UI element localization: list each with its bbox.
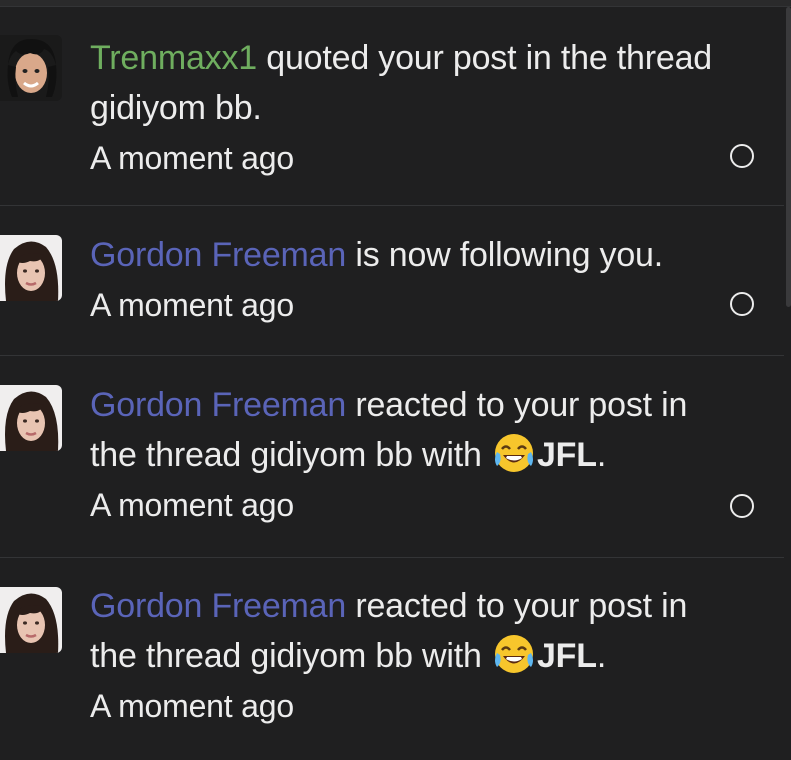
notification-time: A moment ago bbox=[90, 287, 294, 323]
notification-list: Trenmaxx1 quoted your post in the thread… bbox=[0, 7, 784, 760]
avatar-gordon-freeman-image bbox=[0, 235, 62, 301]
notification-time: A moment ago bbox=[90, 140, 294, 176]
notification-user-link[interactable]: Gordon Freeman bbox=[90, 236, 346, 274]
notification-content: Trenmaxx1 quoted your post in the thread… bbox=[90, 33, 724, 183]
laughing-crying-emoji-icon bbox=[494, 635, 533, 673]
avatar-gordon-freeman-image bbox=[0, 587, 62, 653]
notification-item[interactable]: Gordon Freeman is now following you. A m… bbox=[0, 206, 784, 356]
notification-user-link[interactable]: Gordon Freeman bbox=[90, 587, 346, 625]
notification-text-end: . bbox=[596, 637, 607, 675]
notification-user-link[interactable]: Gordon Freeman bbox=[90, 386, 346, 424]
laughing-crying-emoji-icon bbox=[494, 434, 533, 472]
mark-read-toggle[interactable] bbox=[730, 494, 754, 518]
avatar-trenmaxx1-image bbox=[0, 35, 62, 101]
notification-content: Gordon Freeman reacted to your post in t… bbox=[90, 581, 724, 731]
avatar-gordon-freeman-image bbox=[0, 385, 62, 451]
user-avatar[interactable] bbox=[0, 385, 62, 451]
top-border bbox=[0, 0, 791, 7]
notification-text[interactable]: is now following you. bbox=[346, 236, 663, 274]
mark-read-toggle[interactable] bbox=[730, 144, 754, 168]
mark-read-toggle[interactable] bbox=[730, 292, 754, 316]
user-avatar[interactable] bbox=[0, 235, 62, 301]
notification-user-link[interactable]: Trenmaxx1 bbox=[90, 39, 257, 77]
reaction-name: JFL bbox=[536, 436, 597, 474]
notification-text-end: . bbox=[596, 436, 607, 474]
notification-content: Gordon Freeman reacted to your post in t… bbox=[90, 380, 724, 530]
reaction-name: JFL bbox=[536, 637, 597, 675]
notification-content: Gordon Freeman is now following you. A m… bbox=[90, 230, 724, 330]
scrollbar[interactable] bbox=[786, 7, 791, 307]
notification-time: A moment ago bbox=[90, 487, 294, 523]
notification-item[interactable]: Gordon Freeman reacted to your post in t… bbox=[0, 558, 784, 760]
notification-time: A moment ago bbox=[90, 688, 294, 724]
user-avatar[interactable] bbox=[0, 35, 62, 101]
user-avatar[interactable] bbox=[0, 587, 62, 653]
notification-item[interactable]: Gordon Freeman reacted to your post in t… bbox=[0, 356, 784, 558]
notification-item[interactable]: Trenmaxx1 quoted your post in the thread… bbox=[0, 7, 784, 206]
